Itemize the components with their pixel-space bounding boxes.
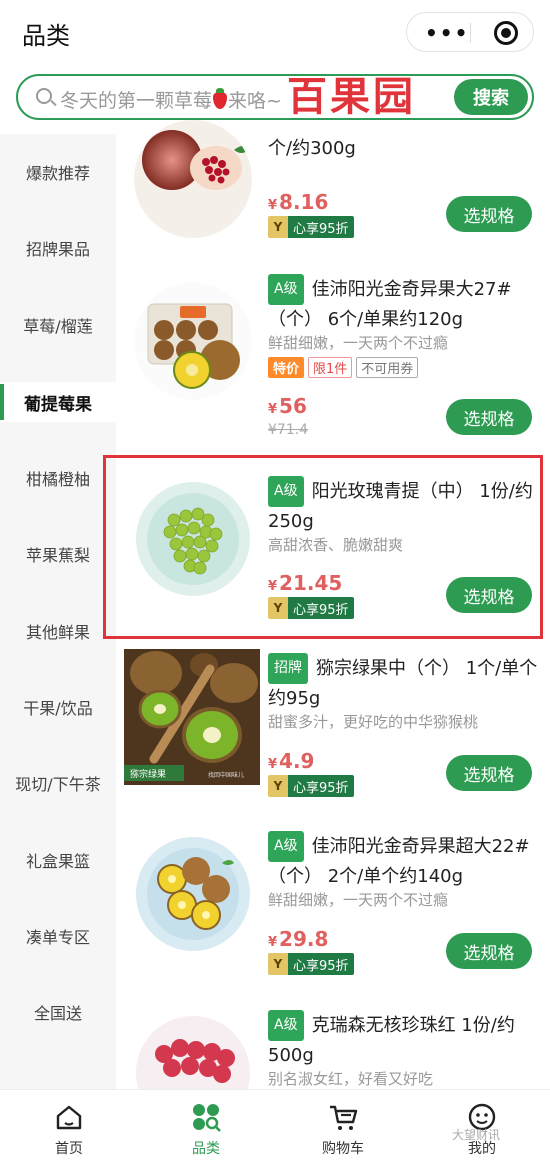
search-input[interactable]: 冬天的第一颗草莓 来咯~	[60, 86, 282, 113]
capsule-divider	[470, 23, 471, 43]
product-name[interactable]: 招牌 猕宗绿果中（个） 1个/单个约95g	[268, 653, 538, 713]
select-spec-button[interactable]: 选规格	[446, 755, 532, 791]
product-card[interactable]: 猕宗绿果 找回中国味儿 招牌 猕宗绿果中（个） 1个/单个约95g 甜蜜多汁，更好…	[116, 649, 550, 831]
kiwi-green-image: 猕宗绿果 找回中国味儿	[124, 649, 260, 785]
tab-category-label: 品类	[192, 1141, 220, 1157]
product-description: 别名淑女红，好看又好吃	[268, 1070, 434, 1088]
tab-cart-label: 购物车	[322, 1141, 364, 1157]
top-bar: 品类 •••	[0, 0, 550, 66]
tab-category[interactable]: 品类	[151, 1090, 261, 1164]
grade-badge: A级	[268, 831, 304, 862]
product-price: ¥4.9	[268, 749, 315, 773]
promo-tags: 特价 限1件 不可用券	[268, 357, 419, 378]
product-card[interactable]: A级 佳沛阳光金奇异果大27#（个） 6个/单果约120g 鲜甜细嫩，一天两个不过…	[116, 274, 550, 452]
select-spec-button[interactable]: 选规格	[446, 933, 532, 969]
home-icon	[56, 1105, 82, 1130]
search-bar[interactable]: 冬天的第一颗草莓 来咯~ 搜索	[16, 74, 534, 120]
product-description: 鲜甜细嫩，一天两个不过瘾	[268, 891, 449, 909]
vip-icon: Y	[268, 953, 288, 975]
sidebar-item-hot[interactable]: 爆款推荐	[0, 152, 116, 192]
category-sidebar: 爆款推荐 招牌果品 草莓/榴莲 葡提莓果 柑橘橙柚 苹果蕉梨 其他鲜果 干果/饮…	[0, 134, 116, 1089]
category-icon	[193, 1104, 221, 1132]
kiwi-box-image	[134, 282, 252, 400]
sidebar-item-citrus[interactable]: 柑橘橙柚	[0, 458, 116, 498]
sidebar-item-grapes-berries[interactable]: 葡提莓果	[0, 382, 116, 422]
strawberry-icon	[213, 88, 228, 109]
cart-icon	[330, 1105, 358, 1130]
vip-discount-badge: Y 心享95折	[268, 216, 354, 238]
highlight-annotation	[103, 455, 543, 639]
tab-cart[interactable]: 购物车	[288, 1090, 398, 1164]
sidebar-item-dried-drinks[interactable]: 干果/饮品	[0, 687, 116, 727]
close-miniprogram-icon[interactable]	[494, 21, 518, 45]
image-logo-text: 猕宗绿果	[130, 768, 166, 780]
special-price-tag: 特价	[268, 357, 305, 378]
sidebar-item-fresh-cut[interactable]: 现切/下午茶	[0, 763, 116, 803]
grade-badge: A级	[268, 1010, 304, 1041]
pomegranate-image	[134, 120, 252, 238]
original-price: ¥71.4	[268, 422, 309, 438]
sidebar-item-gift-box[interactable]: 礼盒果篮	[0, 840, 116, 880]
vip-icon: Y	[268, 216, 288, 238]
product-card[interactable]: A级 佳沛阳光金奇异果超大22#（个） 2个/单个约140g 鲜甜细嫩，一天两个不…	[116, 831, 550, 1009]
product-name[interactable]: A级 克瑞森无核珍珠红 1份/约500g	[268, 1010, 538, 1070]
no-coupon-tag: 不可用券	[356, 357, 419, 378]
product-description: 甜蜜多汁，更好吃的中华猕猴桃	[268, 713, 479, 731]
vip-icon: Y	[268, 775, 288, 797]
product-price: ¥56	[268, 394, 307, 418]
search-button[interactable]: 搜索	[454, 79, 528, 115]
miniprogram-capsule: •••	[406, 12, 534, 52]
limit-tag: 限1件	[308, 357, 353, 378]
source-watermark: 大望财讯	[452, 1128, 501, 1142]
select-spec-button[interactable]: 选规格	[446, 399, 532, 435]
more-icon[interactable]: •••	[425, 21, 469, 45]
page-title: 品类	[22, 22, 70, 50]
search-icon	[36, 88, 52, 104]
product-name[interactable]: A级 佳沛阳光金奇异果大27#（个） 6个/单果约120g	[268, 274, 538, 334]
tab-home-label: 首页	[55, 1141, 83, 1157]
sidebar-item-other-fruit[interactable]: 其他鲜果	[0, 611, 116, 651]
product-name[interactable]: A级 佳沛阳光金奇异果超大22#（个） 2个/单个约140g	[268, 831, 538, 891]
product-card[interactable]: A级 克瑞森无核珍珠红 1份/约500g 别名淑女红，好看又好吃	[116, 1010, 550, 1089]
sidebar-item-nationwide[interactable]: 全国送	[0, 992, 116, 1032]
sidebar-item-add-on[interactable]: 凑单专区	[0, 916, 116, 956]
grade-badge: 招牌	[268, 653, 308, 684]
golden-kiwi-image	[136, 837, 250, 951]
sidebar-item-strawberry-durian[interactable]: 草莓/榴莲	[0, 305, 116, 345]
grade-badge: A级	[268, 274, 304, 305]
sidebar-item-apple-banana-pear[interactable]: 苹果蕉梨	[0, 534, 116, 574]
product-description: 鲜甜细嫩，一天两个不过瘾	[268, 334, 449, 352]
image-tagline-text: 找回中国味儿	[208, 771, 244, 779]
vip-discount-badge: Y 心享95折	[268, 953, 354, 975]
product-price: ¥8.16	[268, 190, 329, 214]
red-grape-image	[136, 1016, 250, 1089]
brand-watermark: 百果园	[287, 73, 416, 120]
sidebar-item-signature[interactable]: 招牌果品	[0, 228, 116, 268]
select-spec-button[interactable]: 选规格	[446, 196, 532, 232]
product-price: ¥29.8	[268, 927, 329, 951]
product-name[interactable]: 个/约300g	[268, 134, 538, 163]
tab-home[interactable]: 首页	[14, 1090, 124, 1164]
vip-discount-badge: Y 心享95折	[268, 775, 354, 797]
